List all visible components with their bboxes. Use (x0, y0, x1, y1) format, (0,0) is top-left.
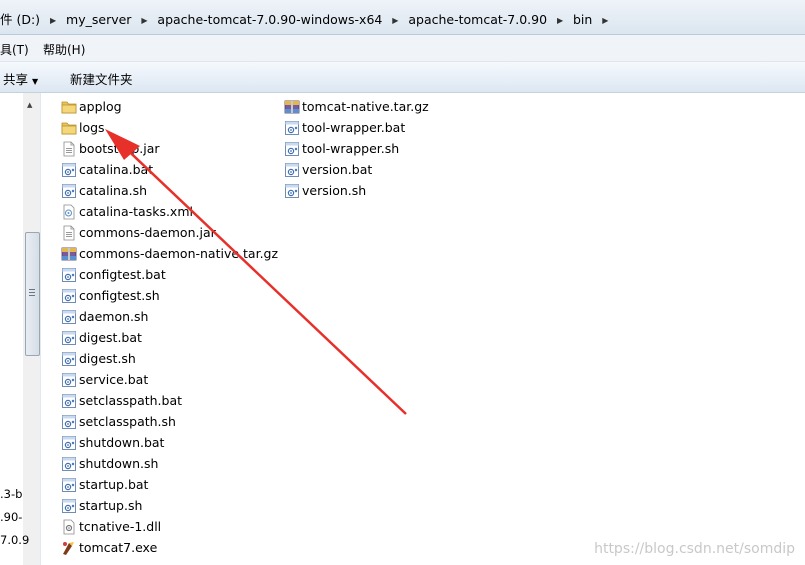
arrow-shaft (117, 140, 407, 415)
annotation-arrow (105, 129, 407, 415)
watermark: https://blog.csdn.net/somdip (594, 541, 795, 557)
